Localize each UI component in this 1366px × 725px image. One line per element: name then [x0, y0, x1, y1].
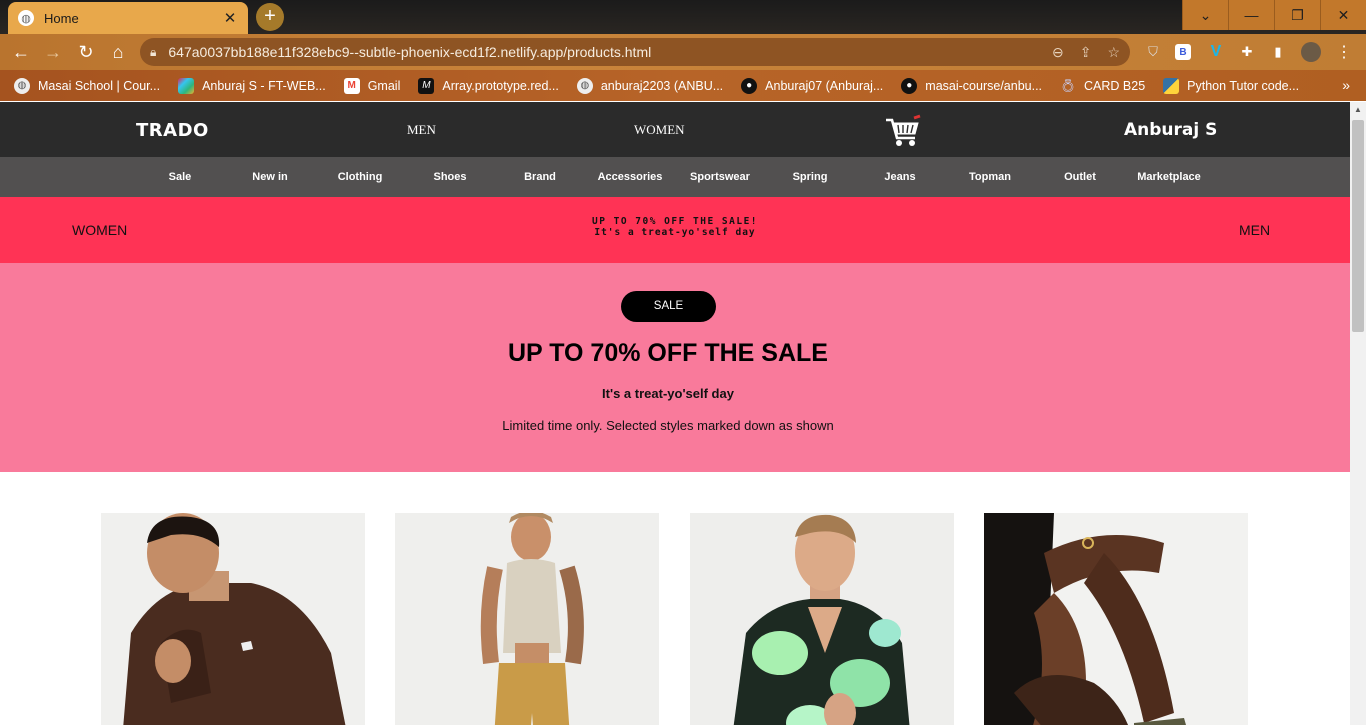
url-text: 647a0037bb188e11f328ebc9--subtle-phoenix… — [168, 44, 652, 60]
page-scrollbar[interactable]: ▲ — [1350, 102, 1366, 725]
shield-icon[interactable]: ⛉ — [1143, 42, 1163, 62]
bookmark-label: CARD B25 — [1084, 78, 1146, 93]
tab-search-button[interactable]: ⌄ — [1182, 0, 1228, 30]
bookmark-label: Anburaj S - FT-WEB... — [202, 78, 326, 93]
slack-icon — [178, 77, 195, 94]
nav-men-link[interactable]: MEN — [407, 122, 436, 138]
bookmark-label: Gmail — [367, 78, 401, 93]
reload-icon[interactable]: ↻ — [73, 40, 99, 64]
browser-tab[interactable]: ◍ Home ✕ — [8, 2, 248, 34]
shopping-cart-icon[interactable] — [884, 114, 922, 148]
lock-icon: 🔒︎ — [150, 44, 157, 59]
bookmark-item[interactable]: M Gmail — [343, 77, 401, 94]
category-outlet[interactable]: Outlet — [1035, 171, 1125, 183]
category-new-in[interactable]: New in — [225, 171, 315, 183]
nav-women-link[interactable]: WOMEN — [634, 122, 685, 138]
category-spring[interactable]: Spring — [765, 171, 855, 183]
product-image — [101, 513, 365, 725]
site-logo[interactable]: TRADO — [136, 120, 209, 141]
bookmark-label: Anburaj07 (Anburaj... — [765, 78, 884, 93]
category-sportswear[interactable]: Sportswear — [675, 171, 765, 183]
tab-title: Home — [44, 10, 79, 26]
hero-title: UP TO 70% OFF THE SALE — [508, 339, 828, 367]
category-topman[interactable]: Topman — [945, 171, 1035, 183]
bookmark-label: Python Tutor code... — [1187, 78, 1300, 93]
more-bookmarks-icon[interactable]: » — [1342, 77, 1350, 93]
globe-icon: ◍ — [18, 10, 34, 26]
bookmark-item[interactable]: ● Anburaj07 (Anburaj... — [741, 77, 884, 94]
globe-icon: ◍ — [576, 77, 593, 94]
category-brand[interactable]: Brand — [495, 171, 585, 183]
product-image — [690, 513, 954, 725]
vimeo-icon[interactable]: V — [1206, 42, 1226, 62]
bookmarks-bar: ◍ Masai School | Cour... Anburaj S - FT-… — [0, 70, 1366, 101]
browser-titlebar: ◍ Home ✕ + ⌄ — ❐ ✕ — [0, 0, 1366, 34]
page-viewport: TRADO MEN WOMEN Anburaj S Sale New in Cl… — [0, 102, 1350, 725]
product-card[interactable] — [101, 513, 365, 725]
github-icon: ● — [741, 77, 758, 94]
new-tab-button[interactable]: + — [256, 3, 284, 31]
promo-bar: WOMEN UP TO 70% OFF THE SALE! It's a tre… — [0, 197, 1350, 263]
tab-close-button[interactable]: ✕ — [222, 9, 238, 27]
bookmark-label: Array.prototype.red... — [442, 78, 559, 93]
bookmark-item[interactable]: Python Tutor code... — [1163, 77, 1300, 94]
category-accessories[interactable]: Accessories — [585, 171, 675, 183]
sale-button[interactable]: SALE — [621, 291, 716, 322]
scrollbar-thumb[interactable] — [1352, 120, 1364, 332]
share-icon[interactable]: ⇪ — [1080, 44, 1092, 61]
zoom-icon[interactable]: ⊖ — [1052, 44, 1064, 61]
restore-button[interactable]: ❐ — [1274, 0, 1320, 30]
bookmark-item[interactable]: 💍︎ CARD B25 — [1060, 78, 1145, 94]
forward-icon[interactable]: → — [40, 40, 66, 64]
bookmark-label: Masai School | Cour... — [38, 78, 161, 93]
bookmark-item[interactable]: ● masai-course/anbu... — [901, 77, 1043, 94]
hero-subtitle: It's a treat-yo'self day — [602, 386, 734, 401]
globe-icon: ◍ — [14, 77, 30, 94]
category-nav: Sale New in Clothing Shoes Brand Accesso… — [0, 157, 1350, 197]
mdn-icon: M — [418, 77, 435, 94]
ring-icon: 💍︎ — [1059, 77, 1077, 93]
product-image — [395, 513, 659, 725]
promo-headline: UP TO 70% OFF THE SALE! — [591, 216, 759, 227]
user-name[interactable]: Anburaj S — [1124, 120, 1217, 140]
bookmark-item[interactable]: ◍ anburaj2203 (ANBU... — [576, 77, 724, 94]
category-jeans[interactable]: Jeans — [855, 171, 945, 183]
profile-avatar[interactable] — [1301, 42, 1321, 62]
product-card[interactable] — [395, 513, 659, 725]
category-sale[interactable]: Sale — [135, 171, 225, 183]
product-grid — [0, 513, 1350, 725]
product-card[interactable] — [690, 513, 954, 725]
python-icon — [1163, 77, 1180, 94]
menu-kebab-icon[interactable]: ⋮ — [1334, 42, 1354, 62]
product-card[interactable] — [984, 513, 1248, 725]
sale-hero: SALE UP TO 70% OFF THE SALE It's a treat… — [0, 263, 1350, 472]
site-header: TRADO MEN WOMEN Anburaj S — [0, 102, 1350, 157]
bookmark-label: anburaj2203 (ANBU... — [600, 78, 724, 93]
b-extension-icon[interactable]: B — [1175, 44, 1191, 60]
bookmark-label: masai-course/anbu... — [925, 78, 1043, 93]
category-clothing[interactable]: Clothing — [315, 171, 405, 183]
github-icon: ● — [901, 77, 918, 94]
promo-men-link[interactable]: MEN — [1239, 222, 1270, 238]
extensions-puzzle-icon[interactable]: ✚ — [1237, 42, 1257, 62]
side-panel-icon[interactable]: ▮ — [1268, 42, 1288, 62]
address-bar[interactable]: 🔒︎ 647a0037bb188e11f328ebc9--subtle-phoe… — [140, 38, 1130, 66]
product-image — [984, 513, 1248, 725]
promo-tagline: It's a treat-yo'self day — [594, 227, 756, 238]
category-shoes[interactable]: Shoes — [405, 171, 495, 183]
minimize-button[interactable]: — — [1228, 0, 1274, 30]
back-icon[interactable]: ← — [8, 40, 34, 64]
category-marketplace[interactable]: Marketplace — [1124, 171, 1214, 183]
hero-note: Limited time only. Selected styles marke… — [502, 418, 834, 433]
home-icon[interactable]: ⌂ — [105, 40, 131, 64]
bookmark-item[interactable]: ◍ Masai School | Cour... — [14, 77, 161, 94]
scroll-up-icon[interactable]: ▲ — [1353, 105, 1363, 115]
bookmark-item[interactable]: Anburaj S - FT-WEB... — [178, 77, 326, 94]
bookmark-item[interactable]: M Array.prototype.red... — [418, 77, 559, 94]
browser-toolbar: ← → ↻ ⌂ 🔒︎ 647a0037bb188e11f328ebc9--sub… — [0, 34, 1366, 70]
close-window-button[interactable]: ✕ — [1320, 0, 1366, 30]
bookmark-star-icon[interactable]: ☆ — [1107, 44, 1120, 61]
gmail-icon: M — [343, 77, 360, 94]
